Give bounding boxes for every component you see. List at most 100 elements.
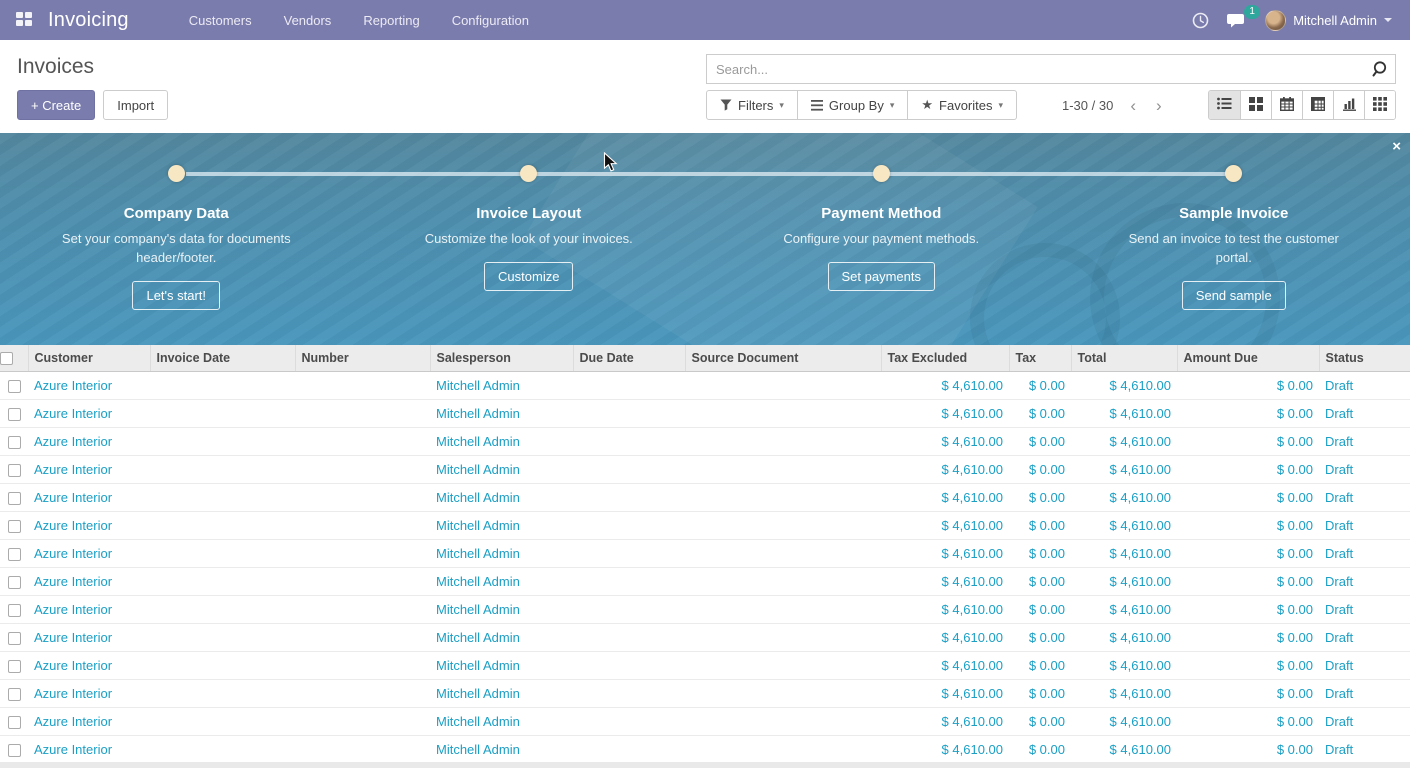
column-header-customer[interactable]: Customer bbox=[28, 345, 150, 371]
cell-tax[interactable]: $ 0.00 bbox=[1009, 623, 1071, 651]
cell-salesperson[interactable]: Mitchell Admin bbox=[430, 595, 573, 623]
cell-amount-due[interactable]: $ 0.00 bbox=[1177, 455, 1319, 483]
activities-clock-icon[interactable] bbox=[1192, 12, 1209, 29]
cell-salesperson[interactable]: Mitchell Admin bbox=[430, 455, 573, 483]
cell-tax[interactable]: $ 0.00 bbox=[1009, 483, 1071, 511]
cell-due-date[interactable] bbox=[573, 623, 685, 651]
cell-due-date[interactable] bbox=[573, 511, 685, 539]
cell-due-date[interactable] bbox=[573, 595, 685, 623]
table-row[interactable]: Azure InteriorMitchell Admin$ 4,610.00$ … bbox=[0, 399, 1410, 427]
cell-total[interactable]: $ 4,610.00 bbox=[1071, 427, 1177, 455]
cell-customer[interactable]: Azure Interior bbox=[28, 735, 150, 763]
cell-total[interactable]: $ 4,610.00 bbox=[1071, 651, 1177, 679]
row-checkbox[interactable] bbox=[8, 464, 21, 477]
cell-invoice-date[interactable] bbox=[150, 707, 295, 735]
column-header-salesperson[interactable]: Salesperson bbox=[430, 345, 573, 371]
row-checkbox[interactable] bbox=[8, 408, 21, 421]
table-row[interactable]: Azure InteriorMitchell Admin$ 4,610.00$ … bbox=[0, 483, 1410, 511]
cell-tax-excluded[interactable]: $ 4,610.00 bbox=[881, 539, 1009, 567]
table-row[interactable]: Azure InteriorMitchell Admin$ 4,610.00$ … bbox=[0, 567, 1410, 595]
cell-status[interactable]: Draft bbox=[1319, 707, 1410, 735]
cell-customer[interactable]: Azure Interior bbox=[28, 455, 150, 483]
cell-source-document[interactable] bbox=[685, 455, 881, 483]
search-icon[interactable] bbox=[1372, 60, 1390, 78]
cell-customer[interactable]: Azure Interior bbox=[28, 371, 150, 399]
cell-number[interactable] bbox=[295, 483, 430, 511]
cell-invoice-date[interactable] bbox=[150, 511, 295, 539]
cell-invoice-date[interactable] bbox=[150, 595, 295, 623]
cell-number[interactable] bbox=[295, 455, 430, 483]
cell-invoice-date[interactable] bbox=[150, 483, 295, 511]
cell-invoice-date[interactable] bbox=[150, 539, 295, 567]
let-s-start-button[interactable]: Let's start! bbox=[132, 281, 220, 310]
cell-customer[interactable]: Azure Interior bbox=[28, 707, 150, 735]
cell-number[interactable] bbox=[295, 707, 430, 735]
cell-source-document[interactable] bbox=[685, 707, 881, 735]
cell-amount-due[interactable]: $ 0.00 bbox=[1177, 651, 1319, 679]
cell-invoice-date[interactable] bbox=[150, 399, 295, 427]
cell-status[interactable]: Draft bbox=[1319, 539, 1410, 567]
nav-menu-vendors[interactable]: Vendors bbox=[272, 0, 344, 40]
cell-tax[interactable]: $ 0.00 bbox=[1009, 399, 1071, 427]
cell-salesperson[interactable]: Mitchell Admin bbox=[430, 623, 573, 651]
column-header-tax-excluded[interactable]: Tax Excluded bbox=[881, 345, 1009, 371]
cell-source-document[interactable] bbox=[685, 427, 881, 455]
table-row[interactable]: Azure Interior Mitchell Admin $ 4,610.00$ … bbox=[0, 623, 1410, 651]
row-checkbox[interactable] bbox=[8, 520, 21, 533]
apps-menu-icon[interactable] bbox=[16, 12, 34, 28]
cell-salesperson[interactable]: Mitchell Admin bbox=[430, 567, 573, 595]
column-header-number[interactable]: Number bbox=[295, 345, 430, 371]
cell-total[interactable]: $ 4,610.00 bbox=[1071, 679, 1177, 707]
cell-status[interactable]: Draft bbox=[1319, 651, 1410, 679]
user-menu[interactable]: Mitchell Admin bbox=[1265, 10, 1392, 31]
cell-customer[interactable]: Azure Interior bbox=[28, 427, 150, 455]
cell-status[interactable]: Draft bbox=[1319, 483, 1410, 511]
cell-source-document[interactable] bbox=[685, 539, 881, 567]
cell-due-date[interactable] bbox=[573, 399, 685, 427]
cell-tax-excluded[interactable]: $ 4,610.00 bbox=[881, 679, 1009, 707]
cell-amount-due[interactable]: $ 0.00 bbox=[1177, 595, 1319, 623]
row-checkbox[interactable] bbox=[8, 688, 21, 701]
row-checkbox[interactable] bbox=[8, 660, 21, 673]
table-row[interactable]: Azure InteriorMitchell Admin$ 4,610.00$ … bbox=[0, 651, 1410, 679]
cell-amount-due[interactable]: $ 0.00 bbox=[1177, 371, 1319, 399]
cell-source-document[interactable] bbox=[685, 371, 881, 399]
cell-number[interactable] bbox=[295, 539, 430, 567]
cell-customer[interactable]: Azure Interior bbox=[28, 595, 150, 623]
cell-tax[interactable]: $ 0.00 bbox=[1009, 679, 1071, 707]
row-checkbox[interactable] bbox=[8, 548, 21, 561]
cell-customer[interactable]: Azure Interior bbox=[28, 399, 150, 427]
cell-customer[interactable]: Azure Interior bbox=[28, 623, 150, 651]
cell-invoice-date[interactable] bbox=[150, 679, 295, 707]
cell-number[interactable] bbox=[295, 427, 430, 455]
cell-status[interactable]: Draft bbox=[1319, 427, 1410, 455]
cell-tax-excluded[interactable]: $ 4,610.00 bbox=[881, 735, 1009, 763]
cell-total[interactable]: $ 4,610.00 bbox=[1071, 595, 1177, 623]
cell-due-date[interactable] bbox=[573, 455, 685, 483]
cell-salesperson[interactable]: Mitchell Admin bbox=[430, 679, 573, 707]
column-header-total[interactable]: Total bbox=[1071, 345, 1177, 371]
cell-amount-due[interactable]: $ 0.00 bbox=[1177, 707, 1319, 735]
cell-salesperson[interactable]: Mitchell Admin bbox=[430, 539, 573, 567]
cell-total[interactable]: $ 4,610.00 bbox=[1071, 623, 1177, 651]
cell-source-document[interactable] bbox=[685, 651, 881, 679]
cell-source-document[interactable] bbox=[685, 511, 881, 539]
cell-status[interactable]: Draft bbox=[1319, 511, 1410, 539]
filters-button[interactable]: Filters▾ bbox=[706, 90, 798, 120]
cell-total[interactable]: $ 4,610.00 bbox=[1071, 399, 1177, 427]
cell-total[interactable]: $ 4,610.00 bbox=[1071, 455, 1177, 483]
cell-salesperson[interactable]: Mitchell Admin bbox=[430, 707, 573, 735]
table-row[interactable]: Azure InteriorMitchell Admin$ 4,610.00$ … bbox=[0, 427, 1410, 455]
cell-total[interactable]: $ 4,610.00 bbox=[1071, 483, 1177, 511]
table-row[interactable]: Azure InteriorMitchell Admin$ 4,610.00$ … bbox=[0, 707, 1410, 735]
cell-due-date[interactable] bbox=[573, 483, 685, 511]
cell-tax[interactable]: $ 0.00 bbox=[1009, 371, 1071, 399]
cell-customer[interactable]: Azure Interior bbox=[28, 679, 150, 707]
cell-amount-due[interactable]: $ 0.00 bbox=[1177, 567, 1319, 595]
cell-tax-excluded[interactable]: $ 4,610.00 bbox=[881, 483, 1009, 511]
create-button[interactable]: + Create bbox=[17, 90, 95, 120]
cell-invoice-date[interactable] bbox=[150, 427, 295, 455]
cell-due-date[interactable] bbox=[573, 679, 685, 707]
pager-prev-button[interactable]: ‹ bbox=[1127, 97, 1139, 114]
cell-status[interactable]: Draft bbox=[1319, 399, 1410, 427]
